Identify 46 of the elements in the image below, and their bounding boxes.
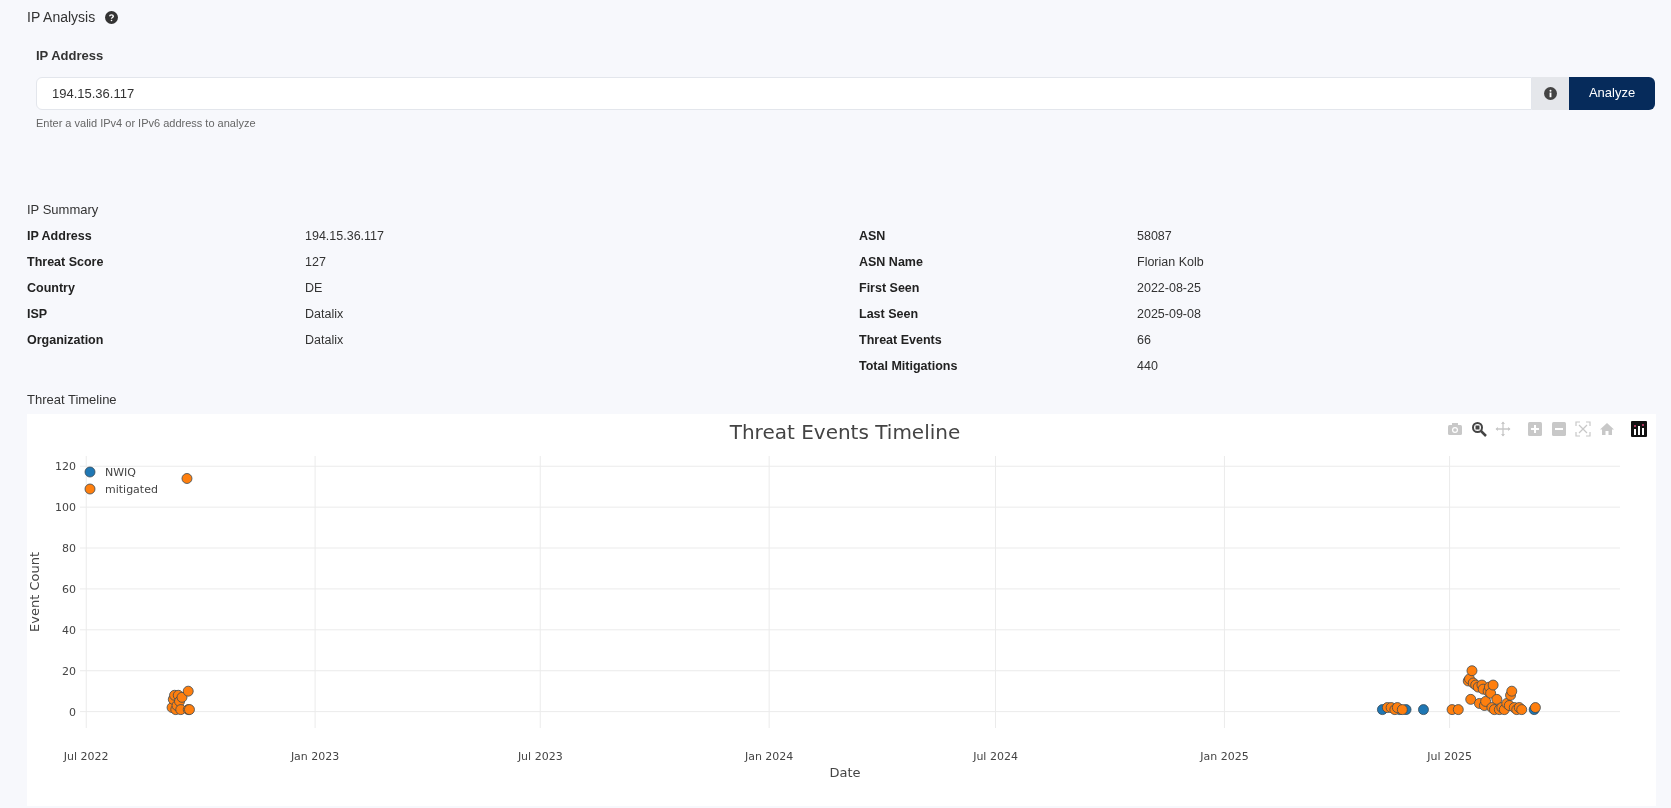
field-label: IP Address	[27, 228, 93, 246]
field-value: Florian Kolb	[1137, 254, 1204, 272]
field-label: ASN Name	[859, 254, 924, 272]
chart-title: Threat Events Timeline	[729, 420, 961, 444]
x-axis-title: Date	[829, 765, 861, 780]
field-label: First Seen	[859, 280, 921, 298]
field-label: Last Seen	[859, 306, 920, 324]
field-label: Country	[27, 280, 76, 298]
section-title: IP Summary	[27, 201, 100, 219]
field-value: DE	[305, 280, 323, 298]
legend-label: mitigated	[105, 483, 158, 496]
field-label: Organization	[27, 332, 105, 350]
axis-tick-label: Jan 2025	[1200, 750, 1249, 763]
field-label: ASN	[859, 228, 887, 246]
field-label: IP Address	[36, 47, 105, 65]
axis-tick-label: Jan 2023	[290, 750, 340, 763]
section-title: Threat Timeline	[27, 390, 118, 409]
hint-text: Enter a valid IPv4 or IPv6 address to analyze	[36, 115, 257, 131]
axis-tick-label: Jan 2024	[744, 750, 794, 763]
field-value: Datalix	[305, 332, 344, 350]
axis-tick-label: Jul 2024	[973, 750, 1018, 763]
legend-label: NWIQ	[105, 466, 136, 479]
field-label: ISP	[27, 306, 49, 324]
axis-tick-label: 0	[69, 705, 76, 719]
axis-tick-label: 40	[62, 623, 76, 637]
axis-tick-label: 20	[62, 664, 76, 678]
field-value: 127	[305, 254, 326, 272]
axis-tick-label: Jul 2025	[1427, 750, 1472, 763]
field-value: Datalix	[305, 306, 344, 324]
field-value: 66	[1137, 332, 1151, 350]
field-label: Threat Events	[859, 332, 943, 350]
field-value: 2025-09-08	[1137, 306, 1201, 324]
field-value: 440	[1137, 358, 1158, 376]
y-axis-title: Event Count	[27, 552, 42, 632]
field-label: Threat Score	[27, 254, 105, 272]
axis-tick-label: 100	[55, 501, 76, 515]
field-value: 58087	[1137, 228, 1172, 246]
axis-tick-label: Jul 2022	[63, 750, 109, 763]
axis-tick-label: Jul 2023	[517, 750, 563, 763]
page-title: IP Analysis	[27, 7, 96, 27]
axis-tick-label: 80	[62, 542, 76, 556]
axis-tick-label: 60	[62, 582, 76, 596]
field-value: 2022-08-25	[1137, 280, 1201, 298]
field-label: Total Mitigations	[859, 358, 959, 376]
axis-tick-label: 120	[55, 460, 76, 474]
field-value: 194.15.36.117	[305, 228, 384, 246]
